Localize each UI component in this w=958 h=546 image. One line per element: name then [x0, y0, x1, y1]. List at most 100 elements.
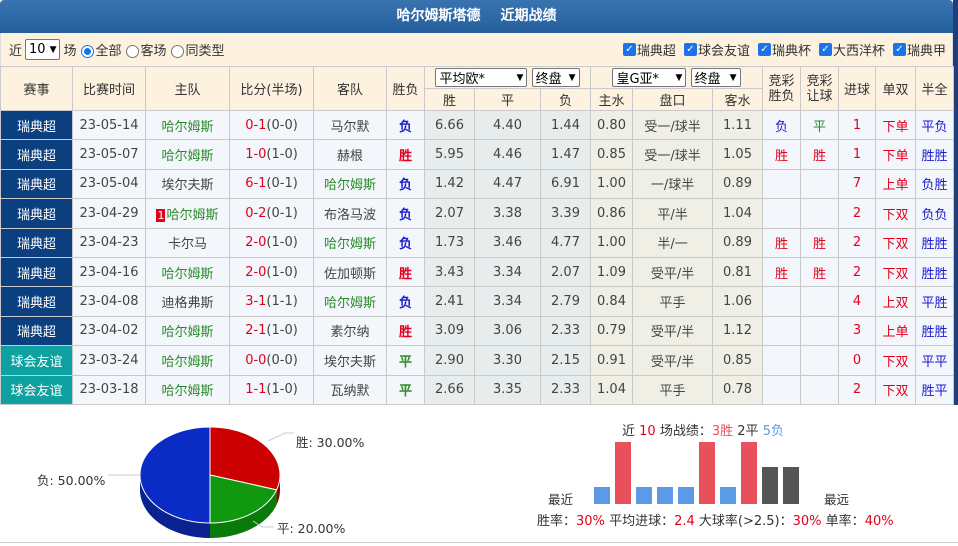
away-team-cell[interactable]: 瓦纳默 [313, 374, 387, 405]
league-cell[interactable]: 瑞典超 [0, 168, 73, 200]
score-cell[interactable]: 1-0(1-0) [229, 139, 314, 170]
home-team-cell[interactable]: 迪格弗斯 [145, 286, 230, 317]
score-cell[interactable]: 2-0(1-0) [229, 256, 314, 288]
away-team-cell[interactable]: 马尔默 [313, 109, 387, 141]
away-team-cell[interactable]: 哈尔姆斯 [313, 286, 387, 317]
match-count-select[interactable]: 10 ▼ [25, 39, 61, 60]
home-team-cell[interactable]: 哈尔姆斯 [145, 374, 230, 405]
odd-even: 上单 [875, 168, 917, 200]
home-team-cell[interactable]: 哈尔姆斯 [145, 256, 230, 288]
away-team-cell[interactable]: 素尔纳 [313, 315, 387, 347]
result-cell: 胜 [386, 139, 425, 170]
away-team-cell[interactable]: 佐加顿斯 [313, 256, 387, 288]
league-cell[interactable]: 瑞典超 [0, 198, 73, 229]
result-cell: 平 [386, 374, 425, 405]
odds-win: 3.09 [424, 315, 475, 347]
league-checkbox-label: 球会友谊 [697, 44, 750, 59]
home-team-cell[interactable]: 卡尔马 [145, 227, 230, 258]
radio-0[interactable] [80, 45, 94, 58]
ht-ft: 胜胜 [915, 315, 955, 347]
goals: 2 [838, 227, 877, 258]
result-cell: 负 [386, 227, 425, 258]
half-score: (0-0) [266, 352, 298, 368]
score-cell[interactable]: 6-1(0-1) [229, 168, 314, 200]
home-water: 1.00 [590, 227, 634, 258]
result-cell: 平 [386, 345, 425, 376]
away-team-cell[interactable]: 赫根 [313, 139, 387, 170]
checkmark-icon: ✓ [818, 43, 832, 56]
league-checkbox-label: 瑞典杯 [771, 44, 811, 59]
euro-company-value: 平均欧* [439, 72, 485, 87]
league-cell[interactable]: 瑞典超 [0, 315, 73, 347]
score-cell[interactable]: 0-0(0-0) [229, 345, 314, 376]
away-team-cell[interactable]: 哈尔姆斯 [313, 227, 387, 258]
ht-ft: 平平 [915, 345, 955, 376]
odds-draw: 4.47 [474, 168, 541, 200]
away-team-cell[interactable]: 哈尔姆斯 [313, 168, 387, 200]
league-checkbox[interactable]: ✓ 瑞典甲 [892, 40, 946, 59]
league-checkbox[interactable]: ✓ 瑞典杯 [757, 40, 811, 59]
league-cell[interactable]: 瑞典超 [0, 109, 73, 141]
home-team-cell[interactable]: 哈尔姆斯 [145, 315, 230, 347]
checkmark-icon: ✓ [683, 43, 697, 56]
odd-rate: 40% [864, 514, 894, 529]
score-cell[interactable]: 0-1(0-0) [229, 109, 314, 141]
asia-type-select[interactable]: 终盘 ▼ [690, 68, 741, 87]
over-rate-label: 大球率(>2.5)： [698, 514, 793, 529]
league-checkbox[interactable]: ✓ 瑞典超 [622, 40, 676, 59]
league-cell[interactable]: 瑞典超 [0, 256, 73, 288]
odds-lose: 1.47 [539, 139, 592, 170]
radio-1[interactable] [125, 45, 139, 58]
score-cell[interactable]: 3-1(1-1) [229, 286, 314, 317]
radio-2[interactable] [170, 45, 184, 58]
result-bar-7 [720, 487, 736, 504]
euro-company-select[interactable]: 平均欧* ▼ [435, 68, 528, 87]
away-team-cell[interactable]: 埃尔夫斯 [313, 345, 387, 376]
euro-type-select[interactable]: 终盘 ▼ [531, 68, 580, 87]
jc-handicap: 胜 [800, 256, 840, 288]
odds-draw: 4.46 [474, 139, 541, 170]
away-team-cell[interactable]: 布洛马波 [313, 198, 387, 229]
score-cell[interactable]: 1-1(1-0) [229, 374, 314, 405]
euro-type-value: 终盘 [535, 72, 562, 87]
league-cell[interactable]: 瑞典超 [0, 139, 73, 170]
league-cell[interactable]: 球会友谊 [0, 374, 73, 405]
odds-lose: 2.15 [539, 345, 592, 376]
header-jc-handicap: 竞彩让球 [800, 66, 840, 111]
score-cell[interactable]: 2-1(1-0) [229, 315, 314, 347]
score-cell[interactable]: 0-2(0-1) [229, 198, 314, 229]
home-team-cell[interactable]: 1 哈尔姆斯 [145, 198, 230, 229]
header-league: 赛事 [0, 66, 73, 111]
league-checkbox-label: 瑞典甲 [906, 44, 946, 59]
full-score: 0-0 [245, 352, 267, 368]
home-team: 卡尔马 [167, 237, 207, 253]
ht-ft: 胜平 [915, 374, 955, 405]
chevron-down-icon: ▼ [568, 72, 576, 83]
home-team-cell[interactable]: 哈尔姆斯 [145, 345, 230, 376]
home-team: 哈尔姆斯 [161, 384, 214, 400]
league-checkbox[interactable]: ✓ 大西洋杯 [818, 40, 885, 59]
result-bar-2 [615, 442, 631, 504]
jc-result [762, 345, 802, 376]
league-cell[interactable]: 瑞典超 [0, 227, 73, 258]
home-water: 0.84 [590, 286, 634, 317]
score-cell[interactable]: 2-0(1-0) [229, 227, 314, 258]
asia-company-select[interactable]: 皇G亚* ▼ [612, 68, 687, 87]
odds-win: 2.90 [424, 345, 475, 376]
home-team-cell[interactable]: 哈尔姆斯 [145, 109, 230, 141]
odds-draw: 4.40 [474, 109, 541, 141]
table-row: 瑞典超 23-04-23 卡尔马 2-0(1-0) 哈尔姆斯 负 1.73 3.… [0, 227, 955, 258]
odds-lose: 1.44 [539, 109, 592, 141]
summary-prefix: 近 [622, 424, 636, 439]
home-team-cell[interactable]: 埃尔夫斯 [145, 168, 230, 200]
over-rate: 30% [792, 514, 822, 529]
league-cell[interactable]: 球会友谊 [0, 345, 73, 376]
home-team-cell[interactable]: 哈尔姆斯 [145, 139, 230, 170]
odds-lose: 2.33 [539, 315, 592, 347]
jc-handicap [800, 198, 840, 229]
league-cell[interactable]: 瑞典超 [0, 286, 73, 317]
odds-draw: 3.34 [474, 286, 541, 317]
home-water: 0.79 [590, 315, 634, 347]
league-checkbox[interactable]: ✓ 球会友谊 [683, 40, 750, 59]
oldest-label: 最远 [824, 492, 850, 507]
